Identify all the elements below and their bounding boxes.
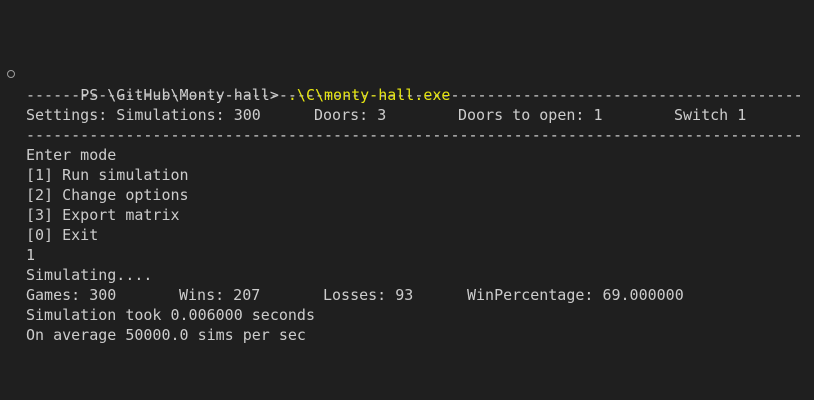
- menu-item-export-matrix: [3] Export matrix: [26, 206, 180, 224]
- average-line: On average 50000.0 sims per sec: [26, 326, 306, 344]
- results-line: Games: 300 Wins: 207 Losses: 93 WinPerce…: [26, 285, 814, 305]
- settings-doors: Doors: 3: [314, 106, 387, 124]
- simulating-status: Simulating....: [26, 266, 153, 284]
- settings-switch: Switch 1: [674, 106, 747, 124]
- result-games: Games: 300: [26, 286, 117, 304]
- command-decoration-icon[interactable]: [7, 70, 15, 78]
- settings-simulations: Settings: Simulations: 300: [26, 106, 261, 124]
- result-losses: Losses: 93: [323, 286, 414, 304]
- terminal-output: PS \GitHub\Monty-hall> .\C\monty-hall.ex…: [7, 65, 814, 345]
- command-text: .\C\monty-hall.exe: [287, 86, 451, 104]
- prompt-line: PS \GitHub\Monty-hall> .\C\monty-hall.ex…: [7, 65, 814, 104]
- menu-title: Enter mode: [26, 146, 117, 164]
- result-win-percentage: WinPercentage: 69.000000: [467, 286, 684, 304]
- user-input: 1: [26, 246, 36, 264]
- settings-line: Settings: Simulations: 300 Doors: 3 Door…: [26, 105, 814, 125]
- timing-line: Simulation took 0.006000 seconds: [26, 306, 315, 324]
- terminal-panel[interactable]: PS \GitHub\Monty-hall> .\C\monty-hall.ex…: [0, 0, 814, 400]
- settings-doors-to-open: Doors to open: 1: [458, 106, 603, 124]
- divider-bottom: ----------------------------------------…: [26, 126, 800, 144]
- prompt-text: PS \GitHub\Monty-hall>: [80, 86, 288, 104]
- menu-item-change-options: [2] Change options: [26, 186, 189, 204]
- menu-item-run-simulation: [1] Run simulation: [26, 166, 189, 184]
- menu-item-exit: [0] Exit: [26, 226, 99, 244]
- result-wins: Wins: 207: [179, 286, 261, 304]
